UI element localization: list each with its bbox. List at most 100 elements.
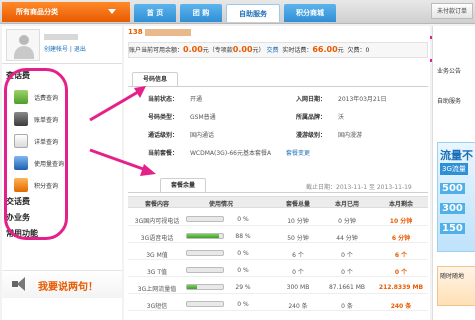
feedback-banner-text: 我要说两句！ [38,282,98,293]
plan-item-name: 3G语音电话 [140,235,174,242]
usage-percent: 29 % [235,284,251,291]
plan-total: 50 分钟 [287,235,309,242]
divider [128,86,428,87]
annotation-oval-menu [4,68,68,240]
tab-plan-balance[interactable]: 套餐余量 [160,178,207,192]
usage-percent: 88 % [235,233,251,240]
bottom-promo-title: 随时随地 [440,273,465,280]
available-balance-value: 0.00 [183,45,203,54]
phone-number-prefix: 138 [128,28,143,36]
roaming-level-value: 国内漫游 [338,132,363,139]
tab-home[interactable]: 首 页 [134,4,176,22]
tab-group-buy[interactable]: 团 购 [180,4,222,22]
column-header: 本月剩余 [388,201,413,208]
usage-progress-bar [186,284,224,290]
deposit-label: （专项款 [208,47,233,54]
profile-links[interactable]: 创建帐号 | 退出 [44,44,86,53]
usage-progress-bar [186,301,224,307]
column-header: 使用情况 [208,201,233,208]
phone-number: 138 [128,28,192,36]
chevron-down-icon [108,9,116,14]
deposit-suffix: 元） [252,47,265,54]
month-used: 0 条 [341,303,353,310]
plan-item-name: 3G T值 [146,269,168,276]
plan-item-name: 3G国内可视电话 [134,218,180,225]
table-row: 3G M值 0 % 6 个 0 个 6 个 [128,246,428,260]
table-row: 3G国内可视电话 0 % 10 分钟 0 分钟 10 分钟 [128,212,428,226]
change-plan-link[interactable]: 套餐变更 [286,148,310,157]
column-header: 本月已用 [334,201,359,208]
column-header: 套餐总量 [285,201,310,208]
announcement-title[interactable]: 业务公告 [437,66,461,75]
avatar-body-icon [14,46,34,59]
main-content: 138 账户当前可用余额：0.00元（专项款0.00元） 交费 实时话费：66.… [124,26,430,320]
promo-amount: 150 [440,223,465,234]
plan-total: 6 个 [292,252,304,259]
number-type-label: 号码类型： [148,114,179,121]
column-header: 套餐内容 [144,201,169,208]
usage-progress-bar [186,250,224,256]
usage-progress-bar [186,267,224,273]
promo-subtitle: 3G流量 [440,163,468,175]
all-categories-label: 所有商品分类 [16,8,58,16]
realtime-fee-label: 实时话费： [282,47,313,54]
month-remaining: 10 分钟 [389,218,413,225]
right-column: 业务公告 自助服务 流量不 3G流量 500 300 150 随时随地 [432,26,475,320]
tab-points-mall[interactable]: 积分商城 [284,4,336,22]
join-date-value: 2013年03月21日 [338,96,387,103]
roaming-level-label: 漫游级别： [296,132,327,139]
month-used: 0 分钟 [338,218,356,225]
available-balance-label: 账户当前可用余额： [129,47,184,54]
bottom-promo[interactable]: 随时随地 [437,266,475,306]
current-plan-value: WCDMA(3G)-66元基本套餐A [190,150,272,157]
user-profile: 创建帐号 | 退出 [2,26,122,64]
balance-summary: 账户当前可用余额：0.00元（专项款0.00元） 交费 实时话费：66.00元 … [128,42,428,58]
self-service-title[interactable]: 自助服务 [437,96,461,105]
brand-value: 沃 [338,114,345,121]
plan-total: 300 MB [286,284,310,291]
month-remaining: 240 条 [390,303,412,310]
speaker-icon [12,277,28,291]
usage-progress-bar [186,233,224,239]
status-value: 开通 [190,96,203,103]
promo-amount: 300 [440,203,465,214]
usage-progress-fill [187,285,198,289]
promo-title: 流量不 [440,149,473,162]
phone-number-redacted [145,28,192,36]
month-remaining: 6 分钟 [391,235,411,242]
usage-progress-fill [187,234,219,238]
usage-percent: 0 % [237,216,249,223]
usage-percent: 0 % [237,250,249,257]
pay-link[interactable]: 交费 [266,47,278,54]
table-row: 3G语音电话 88 % 50 分钟 44 分钟 6 分钟 [128,229,428,243]
tab-self-service[interactable]: 自助服务 [226,4,280,22]
unpaid-orders-button[interactable]: 未付款订单 [431,3,473,19]
month-remaining: 0 个 [394,269,408,276]
status-label: 当前状态： [148,96,179,103]
usage-progress-bar [186,216,224,222]
plan-total: 10 分钟 [287,218,309,225]
all-categories-button[interactable]: 所有商品分类 [2,2,130,22]
plan-item-name: 3G M值 [146,252,168,259]
period-text: 截止日期：2013-11-1 至 2013-11-19 [306,184,412,191]
number-type-value: GSM普通 [190,114,216,121]
table-row: 3G T值 0 % 0 个 0 个 0 个 [128,263,428,277]
tab-number-info[interactable]: 号码信息 [132,72,179,86]
table-row: 3G短信 0 % 240 条 0 条 240 条 [128,297,428,311]
feedback-banner[interactable]: 我要说两句！ [2,270,122,298]
avatar-head-icon [19,35,29,45]
month-remaining: 212.8339 MB [378,284,424,291]
brand-label: 所属品牌： [296,114,327,121]
call-level-value: 国内通话 [190,132,215,139]
deposit-value: 0.00 [232,45,253,54]
promo-banner[interactable]: 流量不 3G流量 500 300 150 [437,142,475,252]
month-used: 87.1661 MB [328,284,365,291]
usage-percent: 0 % [237,267,249,274]
month-used: 0 个 [341,269,353,276]
avatar [6,29,40,61]
month-remaining: 6 个 [394,252,408,259]
realtime-fee-value: 66.00 [312,45,338,54]
plan-item-name: 3G上网流量值 [137,286,177,293]
plan-item-name: 3G短信 [146,303,168,310]
unit-label-2: 元 [337,47,344,54]
